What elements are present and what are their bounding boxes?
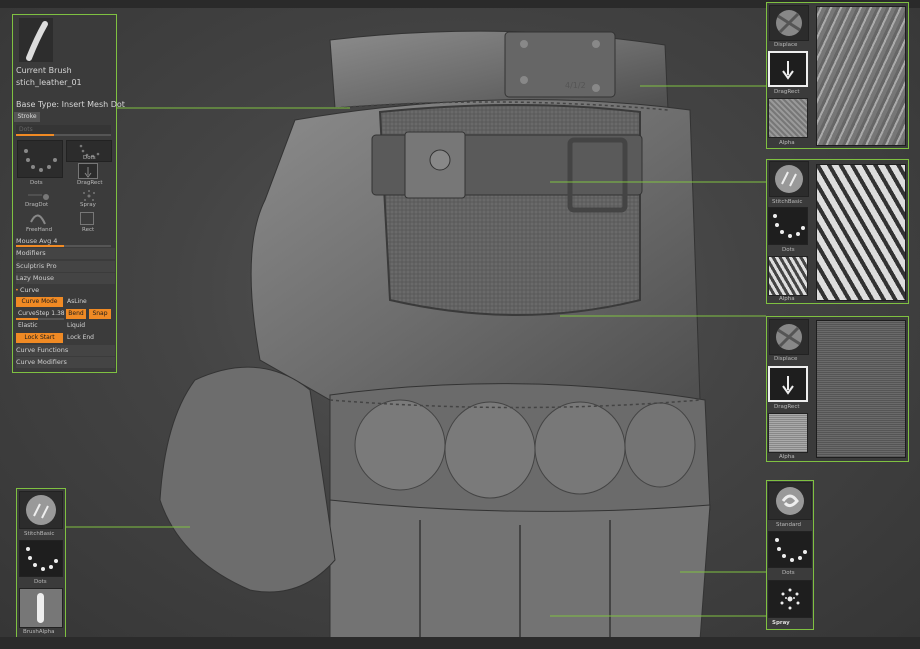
spray-icon bbox=[83, 190, 95, 201]
stroke-label: Dots bbox=[34, 579, 47, 585]
brush-stroke-icon bbox=[26, 21, 48, 61]
sculptris-pro-button[interactable]: Sculptris Pro bbox=[16, 261, 115, 272]
stroke-field[interactable]: Dots bbox=[16, 125, 111, 134]
displace-brush-icon bbox=[776, 10, 802, 36]
brush-label: Displace bbox=[774, 42, 798, 48]
stroke-dragrect-thumb[interactable] bbox=[768, 51, 808, 87]
standard-brush-icon bbox=[776, 487, 804, 515]
stroke-label: DragRect bbox=[774, 404, 800, 410]
stroke-type-label: DragRect bbox=[77, 180, 103, 186]
stroke-type-label: Rect bbox=[82, 227, 95, 233]
dots-stroke-icon bbox=[773, 214, 805, 238]
bottom-status-bar bbox=[0, 637, 920, 649]
lock-end-button[interactable]: Lock End bbox=[67, 334, 94, 341]
lock-start-button[interactable]: Lock Start bbox=[16, 333, 63, 343]
alpha-thumb[interactable] bbox=[768, 413, 808, 453]
stitchbasic-brush-icon bbox=[775, 165, 803, 193]
curve-functions-button[interactable]: Curve Functions bbox=[16, 345, 115, 356]
alpha-preview-leather bbox=[816, 6, 906, 146]
dots-stroke-icon bbox=[26, 547, 58, 571]
stroke-slider[interactable] bbox=[16, 134, 111, 136]
spray-icon bbox=[780, 588, 800, 610]
alpha-thumb[interactable] bbox=[768, 98, 808, 138]
brush-stitchbasic-thumb[interactable] bbox=[769, 161, 809, 197]
freehand-icon bbox=[30, 214, 46, 225]
current-brush-label: Current Brush bbox=[16, 66, 72, 75]
alpha-thumb[interactable] bbox=[19, 588, 63, 628]
arrow-down-icon bbox=[782, 61, 794, 80]
stroke-spray[interactable] bbox=[80, 188, 98, 202]
alpha-label: Alpha bbox=[779, 140, 795, 146]
brush-displace-thumb[interactable] bbox=[769, 5, 809, 41]
stroke-dragdot[interactable] bbox=[24, 188, 54, 202]
curve-modifiers-button[interactable]: Curve Modifiers bbox=[16, 357, 115, 368]
dots-stroke-icon bbox=[24, 149, 57, 172]
alpha-label: Alpha bbox=[779, 296, 795, 302]
stroke-freehand[interactable] bbox=[28, 210, 48, 226]
alpha-label: Alpha bbox=[779, 454, 795, 460]
stroke-label: Dots bbox=[782, 570, 795, 576]
bend-button[interactable]: Bend bbox=[66, 309, 86, 319]
tab-stroke[interactable]: Stroke bbox=[14, 112, 40, 122]
curve-header-marker: • bbox=[15, 286, 19, 294]
curve-header[interactable]: Curve bbox=[20, 286, 39, 294]
curve-step-track[interactable] bbox=[16, 318, 64, 320]
mouse-avg-track[interactable] bbox=[16, 245, 111, 247]
brush-standard-thumb[interactable] bbox=[768, 482, 812, 520]
snap-button[interactable]: Snap bbox=[89, 309, 111, 319]
stroke-label: Dots bbox=[782, 247, 795, 253]
stroke-type-label: FreeHand bbox=[26, 227, 53, 233]
alpha-label: BrushAlpha bbox=[23, 629, 55, 635]
brush-displace-thumb[interactable] bbox=[769, 319, 809, 355]
spray-label: Spray bbox=[772, 620, 790, 626]
lazy-mouse-button[interactable]: Lazy Mouse bbox=[16, 273, 115, 284]
brush-stitchbasic-thumb[interactable] bbox=[19, 491, 63, 529]
base-type-label: Base Type: Insert Mesh Dot bbox=[16, 100, 125, 109]
arrow-down-icon bbox=[782, 376, 794, 395]
stroke-type-label: Spray bbox=[80, 202, 96, 208]
brush-name: stich_leather_01 bbox=[16, 78, 82, 87]
curve-mode-button[interactable]: Curve Mode bbox=[16, 297, 63, 307]
spray-thumb[interactable] bbox=[768, 580, 812, 618]
dots-stroke-icon bbox=[775, 538, 807, 562]
curve-step-slider[interactable]: CurveStep 1.38 bbox=[18, 310, 65, 317]
brush-thumbnail[interactable] bbox=[19, 18, 53, 62]
stroke-dragrect[interactable] bbox=[78, 163, 98, 179]
arrow-down-icon bbox=[84, 167, 92, 178]
alpha-preview-braid bbox=[816, 164, 906, 301]
brush-label: StitchBasic bbox=[24, 531, 55, 537]
dragdot-icon bbox=[28, 194, 49, 200]
elastic-button[interactable]: Elastic bbox=[18, 322, 38, 329]
stitchbasic-brush-icon bbox=[26, 495, 56, 525]
stroke-type-label: Dots bbox=[83, 155, 96, 161]
displace-brush-icon bbox=[776, 324, 802, 350]
alpha-thumb[interactable] bbox=[768, 256, 808, 296]
asline-button[interactable]: AsLine bbox=[67, 298, 87, 305]
brush-label: Standard bbox=[776, 522, 802, 528]
stroke-dots-thumb[interactable] bbox=[768, 531, 812, 568]
stroke-dots-thumb[interactable] bbox=[19, 540, 63, 577]
liquid-button[interactable]: Liquid bbox=[67, 322, 85, 329]
brush-label: Displace bbox=[774, 356, 798, 362]
stitch-alpha-icon bbox=[37, 593, 44, 623]
stroke-dots-large[interactable] bbox=[17, 140, 63, 178]
alpha-preview-fabric bbox=[816, 320, 906, 458]
stroke-rect[interactable] bbox=[80, 212, 94, 225]
stroke-type-label: DragDot bbox=[25, 202, 49, 208]
stroke-dots-thumb[interactable] bbox=[768, 207, 808, 245]
stroke-type-label: Dots bbox=[30, 180, 43, 186]
modifiers-button[interactable]: Modifiers bbox=[16, 248, 115, 259]
stroke-label: DragRect bbox=[774, 89, 800, 95]
stroke-dragrect-thumb[interactable] bbox=[768, 366, 808, 402]
brush-label: StitchBasic bbox=[772, 199, 803, 205]
